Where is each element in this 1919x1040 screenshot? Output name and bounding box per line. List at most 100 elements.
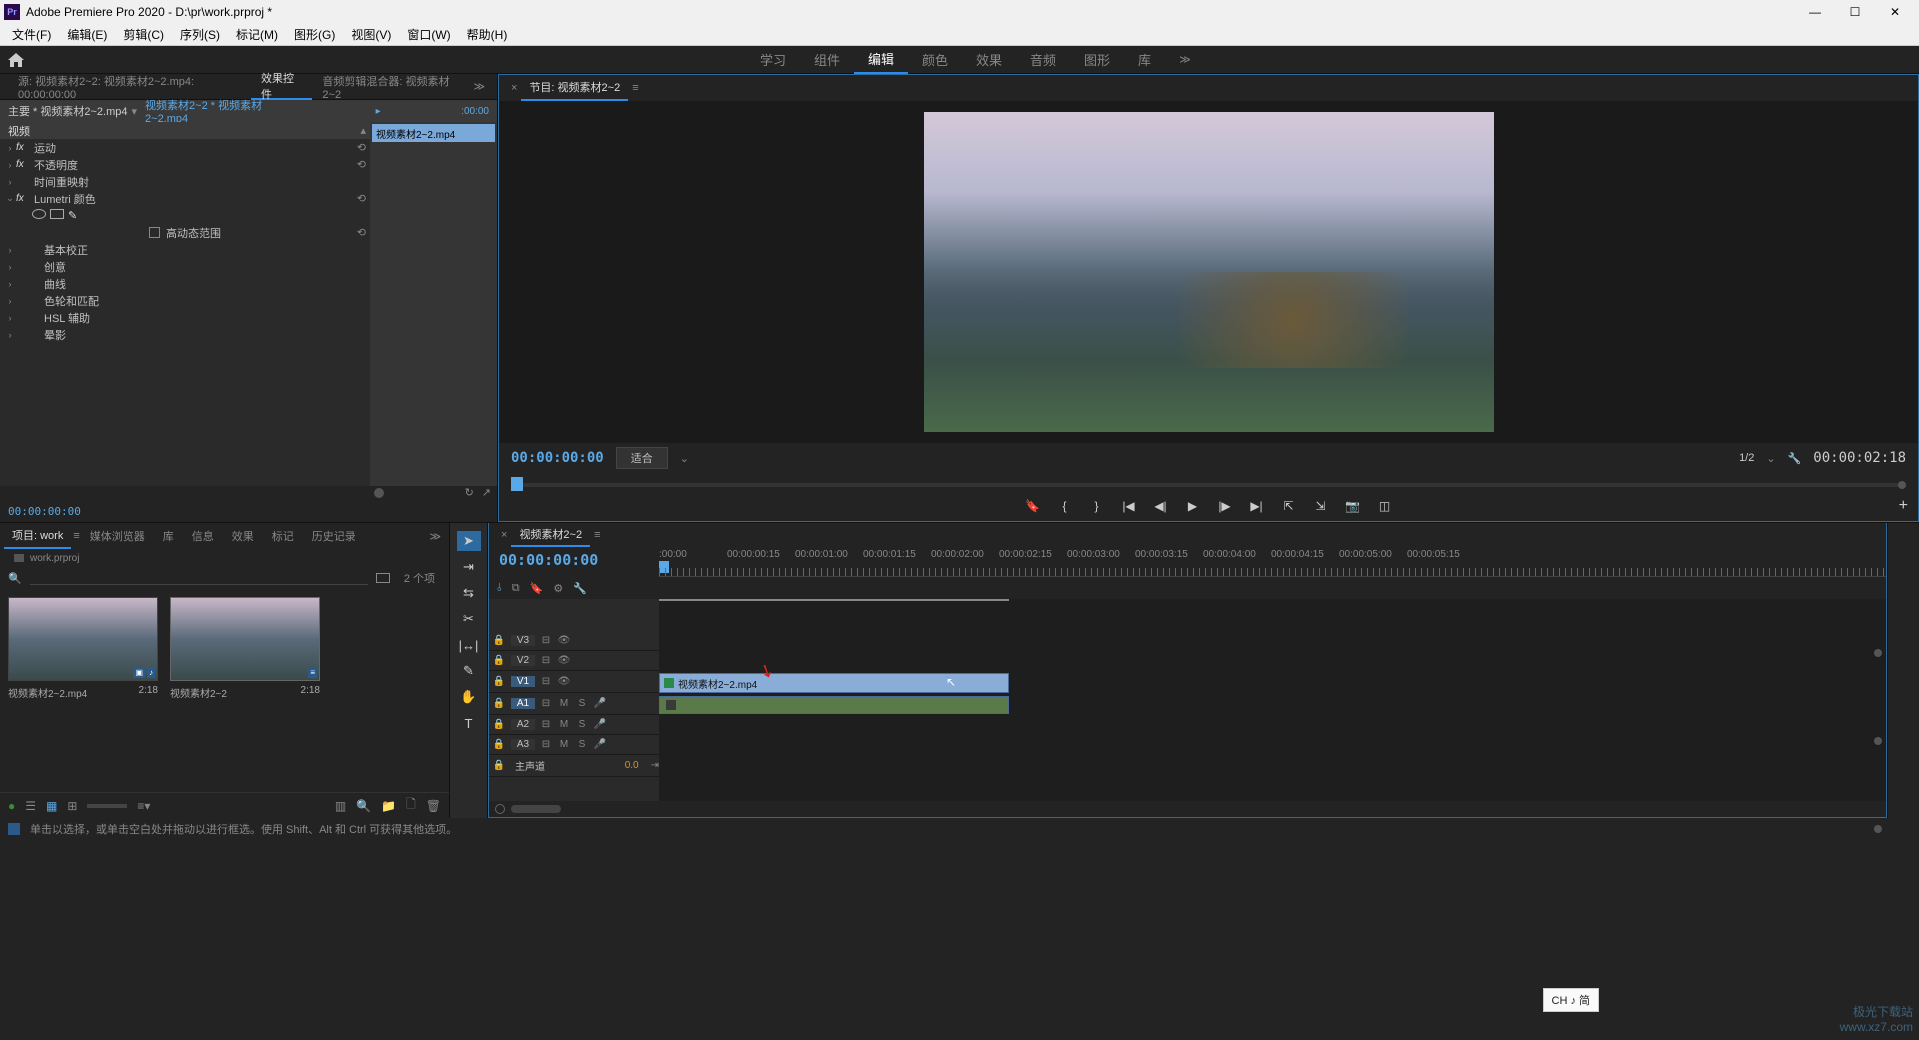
reset-icon[interactable]: ⟲ [357, 141, 366, 154]
track-v1[interactable]: 🔒V1⊟👁 [489, 671, 659, 693]
sync-lock-icon[interactable]: ⊟ [537, 739, 555, 750]
sync-lock-icon[interactable]: ⊟ [537, 698, 555, 709]
export-icon[interactable]: ↗ [482, 486, 491, 499]
tab-history[interactable]: 历史记录 [304, 523, 364, 549]
ec-hdr[interactable]: 高动态范围⟲ [0, 224, 370, 241]
delete-icon[interactable]: 🗑 [426, 799, 441, 813]
program-tab[interactable]: 节目: 视频素材2~2 [521, 75, 628, 101]
eye-icon[interactable]: 👁 [555, 676, 573, 687]
lock-icon[interactable]: 🔒 [489, 635, 509, 646]
tab-info[interactable]: 信息 [184, 523, 222, 549]
reset-icon[interactable]: ⟲ [357, 192, 366, 205]
new-item-icon[interactable]: 🗋 [406, 795, 416, 816]
menu-marker[interactable]: 标记(M) [228, 26, 286, 43]
step-fwd-icon[interactable]: |▶ [1216, 497, 1234, 515]
lock-icon[interactable]: 🔒 [489, 760, 509, 771]
minimize-button[interactable]: — [1795, 0, 1835, 24]
ec-hsl[interactable]: ›HSL 辅助 [0, 309, 370, 326]
panel-close-icon[interactable]: × [497, 529, 511, 541]
project-search-input[interactable] [30, 572, 368, 585]
compare-icon[interactable]: ◫ [1376, 497, 1394, 515]
time-ruler[interactable]: :00:00 00:00:00:15 00:00:01:00 00:00:01:… [659, 547, 1886, 577]
track-v2[interactable]: 🔒V2⊟👁 [489, 651, 659, 671]
settings-icon[interactable]: 🔧 [1788, 452, 1802, 465]
menu-help[interactable]: 帮助(H) [459, 26, 516, 43]
in-point-icon[interactable]: { [1056, 497, 1074, 515]
workspace-graphics[interactable]: 图形 [1070, 46, 1124, 74]
wrench-icon[interactable]: 🔧 [573, 582, 587, 595]
goto-out-icon[interactable]: ▶| [1248, 497, 1266, 515]
audio-clip[interactable] [659, 696, 1009, 714]
ec-timeremap[interactable]: ›时间重映射 [0, 173, 370, 190]
record-icon[interactable]: ● [8, 799, 15, 813]
voice-icon[interactable]: 🎤 [591, 719, 609, 730]
list-view-icon[interactable]: ☰ [25, 799, 36, 813]
razor-tool-icon[interactable]: ✂ [457, 609, 481, 629]
sync-lock-icon[interactable]: ⊟ [537, 719, 555, 730]
marker-icon[interactable]: 🔖 [1024, 497, 1042, 515]
pen-mask-icon[interactable]: ✎ [68, 209, 77, 222]
ellipse-mask-icon[interactable] [32, 209, 46, 219]
selection-tool-icon[interactable]: ➤ [457, 531, 481, 551]
zoom-slider[interactable] [87, 804, 127, 808]
timeline-tracks[interactable]: 视频素材2~2.mp4 ➘ ↖ [659, 599, 1886, 801]
master-value[interactable]: 0.0 [625, 760, 651, 771]
ec-curves[interactable]: ›曲线 [0, 275, 370, 292]
workspace-audio[interactable]: 音频 [1016, 46, 1070, 74]
project-sequence[interactable]: ≡ 视频素材2~22:18 [170, 597, 320, 784]
hand-tool-icon[interactable]: ✋ [457, 687, 481, 707]
maximize-button[interactable]: ☐ [1835, 0, 1875, 24]
filter-icon[interactable] [376, 573, 390, 583]
ec-lumetri[interactable]: ⌄fxLumetri 颜色⟲ [0, 190, 370, 207]
type-tool-icon[interactable]: T [457, 713, 481, 733]
slip-tool-icon[interactable]: |↔| [457, 635, 481, 655]
lock-icon[interactable]: 🔒 [489, 719, 509, 730]
ec-colorwheel[interactable]: ›色轮和匹配 [0, 292, 370, 309]
workspace-effects[interactable]: 效果 [962, 46, 1016, 74]
lock-icon[interactable]: 🔒 [489, 676, 509, 687]
lock-icon[interactable]: 🔒 [489, 739, 509, 750]
program-timecode[interactable]: 00:00:00:00 [511, 450, 604, 466]
playback-resolution[interactable]: 1/2 [1739, 452, 1754, 464]
step-back-icon[interactable]: ◀| [1152, 497, 1170, 515]
workspace-library[interactable]: 库 [1124, 46, 1165, 74]
panel-menu-icon[interactable]: ≡ [628, 82, 642, 94]
track-a1[interactable]: 🔒A1⊟MS🎤 [489, 693, 659, 715]
sync-lock-icon[interactable]: ⊟ [537, 635, 555, 646]
goto-in-icon[interactable]: |◀ [1120, 497, 1138, 515]
track-a2[interactable]: 🔒A2⊟MS🎤 [489, 715, 659, 735]
track-a3[interactable]: 🔒A3⊟MS🎤 [489, 735, 659, 755]
rect-mask-icon[interactable] [50, 209, 64, 219]
ec-playhead-indicator[interactable]: ▸ [376, 106, 381, 117]
ec-scrollbar[interactable]: ↻↗ [0, 486, 497, 500]
eye-icon[interactable]: 👁 [555, 655, 573, 666]
out-point-icon[interactable]: } [1088, 497, 1106, 515]
track-v3[interactable]: 🔒V3⊟👁 [489, 631, 659, 651]
settings-gear-icon[interactable]: ⚙ [553, 582, 563, 595]
timeline-timecode[interactable]: 00:00:00:00 [489, 547, 659, 577]
expand-icon[interactable]: ⇥ [651, 760, 659, 771]
ec-motion[interactable]: ›fx运动⟲ [0, 139, 370, 156]
hdr-checkbox[interactable] [149, 227, 160, 238]
project-clip[interactable]: ▣♪ 视频素材2~2.mp42:18 [8, 597, 158, 784]
menu-edit[interactable]: 编辑(E) [59, 26, 115, 43]
ec-vignette[interactable]: ›晕影 [0, 326, 370, 343]
sequence-tab[interactable]: 视频素材2~2 [511, 523, 590, 547]
timeline-zoom-bar[interactable] [489, 801, 1886, 817]
voice-icon[interactable]: 🎤 [591, 739, 609, 750]
auto-sequence-icon[interactable]: ▥ [335, 799, 346, 813]
menu-graphics[interactable]: 图形(G) [286, 26, 343, 43]
new-bin-icon[interactable]: 📁 [381, 799, 396, 813]
ec-opacity[interactable]: ›fx不透明度⟲ [0, 156, 370, 173]
find-icon[interactable]: 🔍 [356, 799, 371, 813]
video-clip[interactable]: 视频素材2~2.mp4 [659, 673, 1009, 693]
linked-selection-icon[interactable]: ⧉ [512, 582, 520, 595]
menu-file[interactable]: 文件(F) [4, 26, 59, 43]
video-viewport[interactable] [499, 101, 1918, 443]
close-button[interactable]: ✕ [1875, 0, 1915, 24]
program-scrubber[interactable] [499, 473, 1918, 491]
ec-basic[interactable]: ›基本校正 [0, 241, 370, 258]
tab-source[interactable]: 源: 视频素材2~2: 视频素材2~2.mp4: 00:00:00:00 [8, 74, 251, 100]
lock-icon[interactable]: 🔒 [489, 655, 509, 666]
track-select-tool-icon[interactable]: ⇥ [457, 557, 481, 577]
